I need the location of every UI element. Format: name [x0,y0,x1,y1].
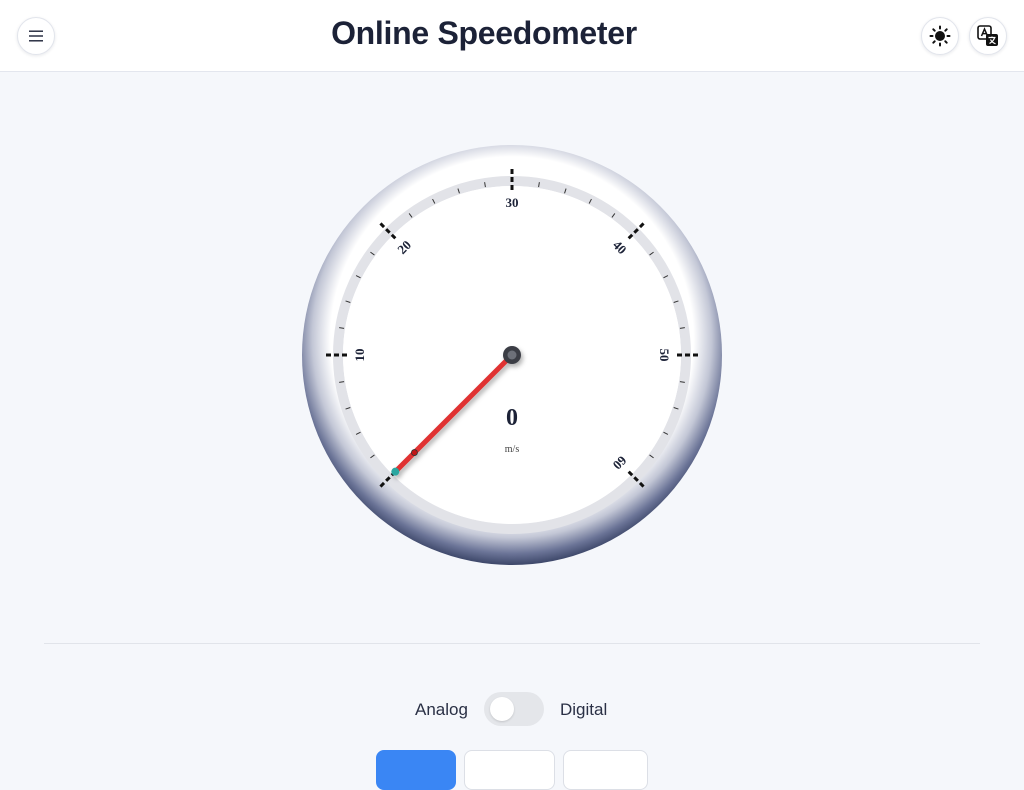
tab-button-1[interactable] [376,750,456,790]
speed-value: 0 [506,405,518,431]
analog-digital-switch[interactable] [484,692,544,726]
scale-label: 10 [352,349,367,362]
page-title: Online Speedometer [331,15,637,51]
scale-label: 30 [506,195,519,210]
translate-icon [977,25,998,46]
tab-button-3[interactable] [563,750,648,790]
sun-icon [929,25,951,47]
needle-hub-center [507,350,517,360]
switch-knob [490,697,514,721]
scale-label: 50 [657,349,672,362]
mode-toggle: Analog Digital [0,692,1024,726]
theme-toggle-button[interactable] [921,17,959,55]
speedometer-dial: 102030405060 0 m/s [302,145,722,565]
section-divider [44,643,980,644]
needle-marker [411,449,418,456]
analog-label: Analog [415,700,468,719]
needle-tip [391,467,400,476]
tab-button-2[interactable] [464,750,555,790]
speedometer-gauge: 10 20 30 40 50 60 0 m/s [302,145,722,565]
digital-label: Digital [560,700,608,719]
speed-unit: m/s [505,444,520,455]
language-button[interactable] [969,17,1007,55]
app-header: Online Speedometer [0,0,1024,72]
